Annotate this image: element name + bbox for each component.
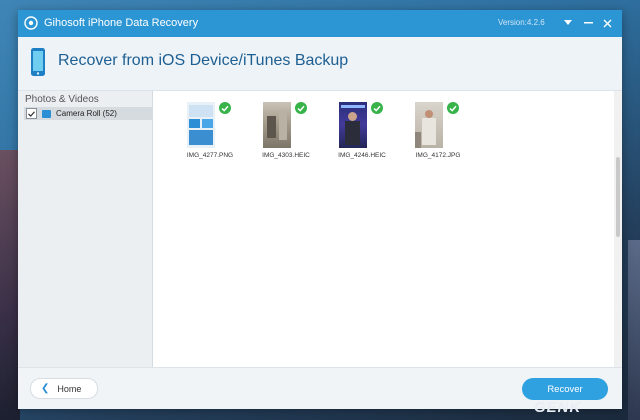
file-name: IMG_4246.HEIC <box>338 152 386 159</box>
minimize-button[interactable] <box>579 14 597 32</box>
title-bar[interactable]: Gihosoft iPhone Data Recovery Version:4.… <box>18 10 622 37</box>
file-thumbnail <box>415 102 443 148</box>
phone-icon <box>31 48 45 76</box>
watermark-logo: GENK <box>534 399 582 416</box>
desktop-wallpaper-left <box>0 150 20 420</box>
file-name: IMG_4277.PNG <box>186 152 234 159</box>
footer-bar: ❮ Home Recover <box>18 367 622 409</box>
file-grid: IMG_4277.PNG IMG_4303.HEIC IMG_4246.HEIC <box>153 91 622 367</box>
sidebar-item-camera-roll[interactable]: Camera Roll (52) <box>24 107 152 120</box>
caret-down-icon <box>564 20 572 25</box>
close-icon <box>603 19 611 27</box>
selected-check-icon[interactable] <box>371 102 383 114</box>
dropdown-menu-button[interactable] <box>559 14 577 32</box>
app-window: Gihosoft iPhone Data Recovery Version:4.… <box>18 10 622 409</box>
scrollbar-thumb[interactable] <box>616 157 620 237</box>
file-thumbnail <box>339 102 367 148</box>
file-name: IMG_4303.HEIC <box>262 152 310 159</box>
file-name: IMG_4172.JPG <box>415 152 461 159</box>
app-logo-icon <box>24 16 38 30</box>
selected-check-icon[interactable] <box>219 102 231 114</box>
close-button[interactable] <box>598 14 616 32</box>
chevron-left-icon: ❮ <box>41 383 50 394</box>
version-label: Version:4.2.6 <box>498 18 545 27</box>
home-button-label: Home <box>57 383 82 394</box>
category-sidebar: Photos & Videos Camera Roll (52) <box>18 91 153 367</box>
camera-roll-checkbox[interactable] <box>26 108 37 119</box>
home-button[interactable]: ❮ Home <box>30 378 98 399</box>
recover-button[interactable]: Recover <box>522 378 608 400</box>
file-thumbnail <box>187 102 215 148</box>
file-thumbnail <box>263 102 291 148</box>
minimize-icon <box>583 22 593 24</box>
page-header: Recover from iOS Device/iTunes Backup <box>18 37 622 91</box>
selected-check-icon[interactable] <box>447 102 459 114</box>
checkmark-icon <box>28 110 35 117</box>
category-label: Photos & Videos <box>25 94 99 105</box>
window-title: Gihosoft iPhone Data Recovery <box>44 17 199 29</box>
page-title: Recover from iOS Device/iTunes Backup <box>58 52 349 69</box>
desktop-wallpaper-right <box>628 240 640 420</box>
selected-check-icon[interactable] <box>295 102 307 114</box>
sidebar-item-label: Camera Roll (52) <box>56 109 117 118</box>
photo-folder-icon <box>42 109 51 118</box>
